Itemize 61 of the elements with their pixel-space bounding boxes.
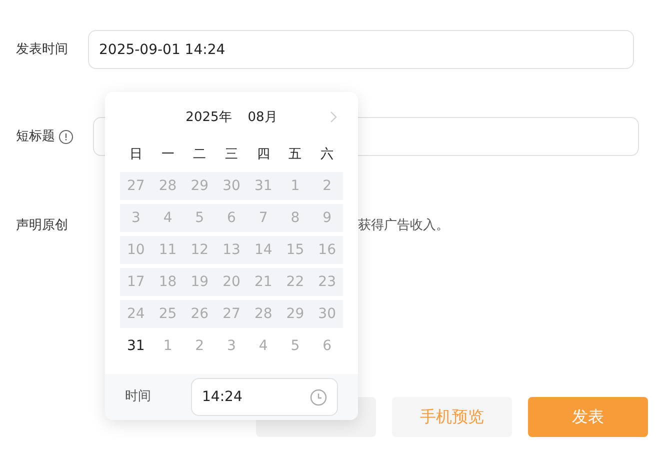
day-cell-text: 5 — [290, 336, 301, 356]
clock-icon — [310, 388, 327, 406]
day-cell-text: 19 — [190, 272, 210, 292]
day-cell-text: 29 — [190, 176, 210, 196]
next-month-icon[interactable] — [330, 111, 338, 123]
day-cell-text: 2 — [194, 336, 206, 356]
day-cell-text: 18 — [158, 272, 178, 292]
weekday-label: 日 — [128, 146, 144, 164]
day-cell-text: 31 — [253, 176, 274, 196]
day-cell-text: 14 — [253, 240, 274, 260]
day-cell-text: 28 — [158, 176, 178, 196]
weekday-label: 一 — [160, 146, 176, 164]
day-cell-text: 1 — [162, 336, 174, 356]
day-cell-text: 11 — [158, 240, 178, 260]
day-cell-text: 6 — [226, 208, 237, 228]
year-label: 2025年 — [186, 109, 232, 128]
day-cell-text: 16 — [317, 240, 337, 260]
text-input[interactable]: 2025-09-01 14:24 — [88, 30, 634, 69]
day-cell-text: 28 — [253, 304, 274, 324]
day-cell-text: 27 — [222, 304, 242, 324]
day-cell-text: 10 — [126, 240, 146, 260]
day-cell-text: 4 — [162, 208, 174, 228]
day-cell-text: 7 — [258, 208, 269, 228]
day-cell-text: 5 — [194, 208, 206, 228]
time-input[interactable]: 14:24 — [191, 378, 338, 416]
field-label: 短标题 — [15, 128, 55, 146]
weekday-label: 六 — [320, 146, 335, 164]
day-cell-text: 29 — [285, 304, 306, 324]
day-cell-text: 1 — [290, 176, 301, 196]
day-cell-text: 22 — [285, 272, 306, 292]
weekday-label: 二 — [192, 146, 208, 164]
day-cell[interactable]: 31 — [120, 336, 152, 356]
weekday-label: 五 — [288, 146, 303, 164]
day-cell-text: 24 — [126, 304, 146, 324]
day-cell-text: 30 — [222, 176, 242, 196]
day-cell-text: 15 — [285, 240, 306, 260]
day-cell-text: 30 — [317, 304, 337, 324]
day-cell-text: 3 — [130, 208, 142, 228]
day-cell-text: 2 — [322, 176, 333, 196]
weekday-label: 三 — [224, 146, 239, 164]
month-label: 08月 — [248, 109, 278, 128]
day-cell-text: 4 — [258, 336, 269, 356]
day-cell-text: 21 — [253, 272, 274, 292]
day-cell-text: 8 — [290, 208, 301, 228]
day-cell-text: 25 — [158, 304, 178, 324]
day-cell-text: 13 — [222, 240, 242, 260]
day-cell-text: 6 — [322, 336, 333, 356]
day-cell-text: 23 — [317, 272, 337, 292]
field-label: 发表时间 — [15, 40, 69, 59]
day-cell-text: 12 — [190, 240, 210, 260]
time-label: 时间 — [125, 388, 152, 406]
field-label: 声明原创 — [15, 217, 69, 235]
day-cell-text: 17 — [126, 272, 146, 292]
day-cell-text: 20 — [222, 272, 242, 292]
day-cell-text: 9 — [322, 208, 333, 228]
day-cell-text: 3 — [226, 336, 237, 356]
day-cell-text: 26 — [190, 304, 210, 324]
day-cell-text: 27 — [126, 176, 146, 196]
weekday-label: 四 — [256, 146, 271, 164]
info-icon — [59, 130, 73, 144]
notice-text: 获得广告收入。 — [358, 217, 449, 235]
